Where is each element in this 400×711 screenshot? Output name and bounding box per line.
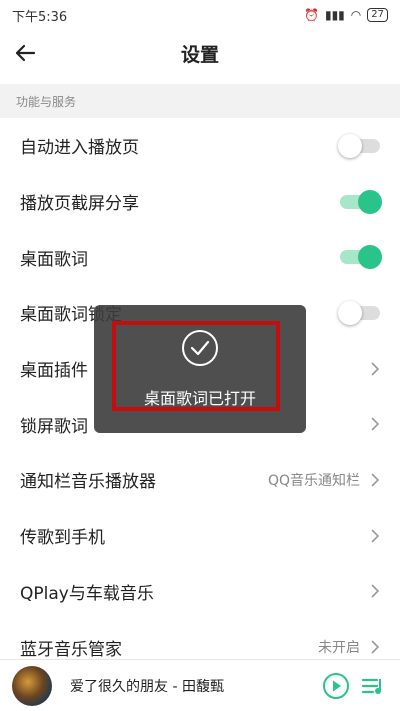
auto-play-page-toggle[interactable] bbox=[338, 133, 380, 158]
desktop-lyrics-lock-toggle[interactable] bbox=[338, 300, 380, 325]
status-icons: ⏰ ▮▮▮ ◠ 27 bbox=[304, 8, 388, 22]
chevron-right-icon bbox=[371, 362, 380, 376]
chevron-right-icon bbox=[371, 417, 380, 431]
setting-qplay-car-music[interactable]: QPlay与车载音乐 bbox=[0, 564, 400, 620]
setting-label: 锁屏歌词 bbox=[20, 416, 88, 437]
alarm-icon: ⏰ bbox=[304, 8, 319, 22]
section-header: 功能与服务 bbox=[0, 84, 400, 118]
app-bar: 设置 bbox=[0, 30, 400, 76]
setting-label: 通知栏音乐播放器 bbox=[20, 472, 156, 493]
setting-label: 桌面插件 bbox=[20, 361, 88, 382]
screenshot-share-toggle[interactable] bbox=[340, 189, 382, 214]
setting-value: QQ音乐通知栏 bbox=[267, 472, 360, 489]
setting-notification-player[interactable]: 通知栏音乐播放器 QQ音乐通知栏 bbox=[0, 452, 400, 508]
chevron-right-icon bbox=[371, 640, 380, 654]
status-bar: 下午5:36 ⏰ ▮▮▮ ◠ 27 bbox=[0, 0, 400, 30]
album-art[interactable] bbox=[12, 665, 52, 706]
status-time: 下午5:36 bbox=[12, 9, 68, 25]
setting-auto-play-page[interactable]: 自动进入播放页 bbox=[0, 118, 400, 174]
signal-icon: ▮▮▮ bbox=[324, 8, 345, 22]
setting-label: 蓝牙音乐管家 bbox=[20, 639, 122, 660]
chevron-right-icon bbox=[371, 584, 380, 598]
setting-screenshot-share[interactable]: 播放页截屏分享 bbox=[0, 174, 400, 230]
setting-label: 自动进入播放页 bbox=[20, 138, 139, 159]
page-title: 设置 bbox=[180, 43, 219, 66]
setting-label: 播放页截屏分享 bbox=[20, 194, 139, 215]
chevron-right-icon bbox=[371, 473, 380, 487]
battery-icon: 27 bbox=[367, 8, 388, 22]
wifi-icon: ◠ bbox=[350, 8, 362, 22]
setting-value: 未开启 bbox=[318, 640, 360, 657]
back-arrow-icon bbox=[15, 44, 36, 62]
playlist-icon[interactable] bbox=[360, 673, 386, 699]
setting-label: QPlay与车载音乐 bbox=[20, 583, 154, 604]
play-icon[interactable] bbox=[322, 672, 350, 700]
highlight-box bbox=[112, 321, 280, 411]
setting-desktop-lyrics[interactable]: 桌面歌词 bbox=[0, 229, 400, 285]
mini-player[interactable]: 爱了很久的朋友 - 田馥甄 bbox=[0, 659, 400, 711]
now-playing-title[interactable]: 爱了很久的朋友 - 田馥甄 bbox=[70, 676, 322, 696]
setting-label: 传歌到手机 bbox=[20, 528, 105, 549]
setting-label: 桌面歌词 bbox=[20, 249, 88, 270]
chevron-right-icon bbox=[371, 529, 380, 543]
desktop-lyrics-toggle[interactable] bbox=[340, 245, 382, 270]
setting-transfer-to-phone[interactable]: 传歌到手机 bbox=[0, 508, 400, 564]
back-button[interactable] bbox=[10, 38, 40, 68]
